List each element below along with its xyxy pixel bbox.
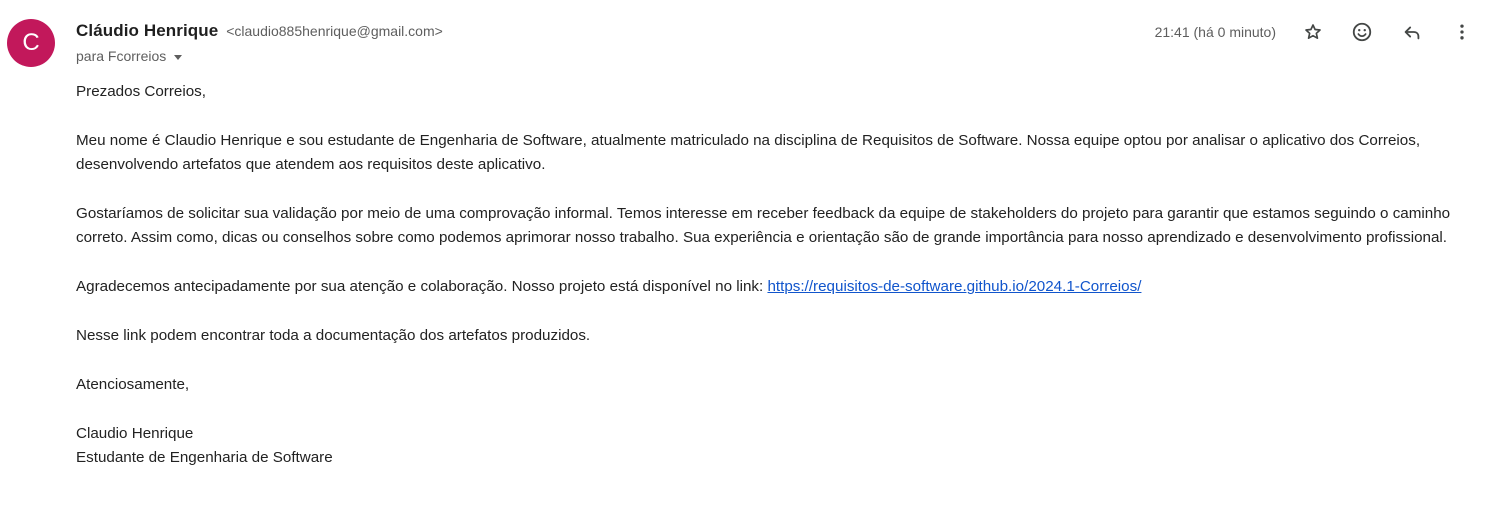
sender-email: <claudio885henrique@gmail.com> (226, 23, 443, 39)
recipients-toggle[interactable]: para Fcorreios (76, 45, 183, 67)
sender-name[interactable]: Cláudio Henrique (76, 21, 218, 40)
body-paragraph: Meu nome é Claudio Henrique e sou estuda… (76, 131, 1421, 174)
avatar-letter: C (22, 29, 40, 56)
caret-down-icon[interactable] (174, 54, 183, 60)
sender-line: Cláudio Henrique <claudio885henrique@gma… (76, 20, 443, 42)
star-icon (1305, 24, 1321, 40)
reply-icon (1404, 26, 1420, 40)
avatar[interactable]: C (7, 19, 55, 67)
recipients-label: para Fcorreios (76, 48, 167, 64)
star-button[interactable] (1298, 17, 1328, 47)
reply-button[interactable] (1397, 17, 1427, 47)
body-paragraph: Gostaríamos de solicitar sua validação p… (76, 205, 1451, 247)
emoji-reaction-button[interactable] (1347, 17, 1377, 47)
email-body: Prezados Correios, Meu nome é Claudio He… (76, 80, 1476, 470)
email-message: C Cláudio Henrique <claudio885henrique@g… (0, 0, 1488, 506)
project-link[interactable]: https://requisitos-de-software.github.io… (767, 278, 1141, 295)
closing: Atenciosamente, (76, 375, 190, 393)
timestamp: 21:41 (há 0 minuto) (1154, 24, 1276, 40)
more-options-button[interactable] (1447, 17, 1477, 47)
signature-title: Estudante de Engenharia de Software (76, 449, 333, 466)
signature-name: Claudio Henrique (76, 424, 194, 442)
link-intro-text: Agradecemos antecipadamente por sua aten… (76, 278, 768, 296)
emoji-icon (1352, 22, 1372, 42)
greeting: Prezados Correios, (76, 83, 206, 100)
body-paragraph: Nesse link podem encontrar toda a docume… (76, 327, 591, 344)
body-paragraph: Agradecemos antecipadamente por sua aten… (76, 275, 1476, 299)
more-vert-icon (1460, 24, 1464, 40)
